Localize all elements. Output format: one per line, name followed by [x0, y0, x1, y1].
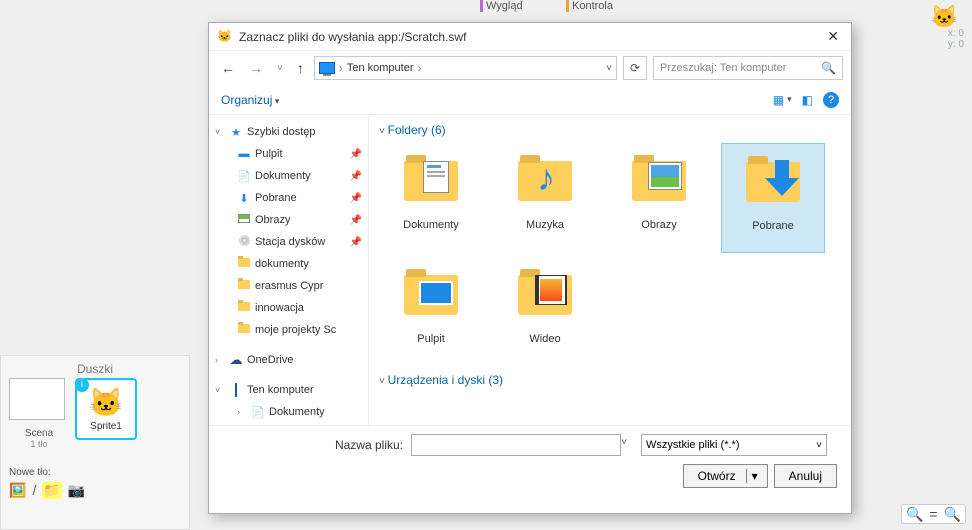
tree-pictures[interactable]: Obrazy📌 — [209, 209, 368, 231]
image-icon[interactable]: 🖼️ — [9, 482, 26, 499]
address-bar[interactable]: › Ten komputer › ˅ — [314, 56, 617, 80]
zoom-in-icon[interactable]: 🔍 — [944, 506, 961, 522]
upload-icon[interactable]: 📁 — [42, 482, 61, 499]
close-icon[interactable]: ✕ — [823, 28, 843, 45]
filename-dropdown-icon[interactable]: ˅ — [621, 437, 627, 448]
folder-music[interactable]: ♪ Muzyka — [493, 143, 597, 253]
folder-downloads[interactable]: Pobrane — [721, 143, 825, 253]
tree-folder[interactable]: dokumenty — [209, 253, 368, 275]
tree-drives[interactable]: Stacja dysków📌 — [209, 231, 368, 253]
tree-folder[interactable]: innowacja — [209, 297, 368, 319]
open-dropdown-icon[interactable]: ▾ — [746, 469, 763, 483]
tree-thispc[interactable]: ˅Ten komputer — [209, 379, 368, 401]
tree-documents[interactable]: 📄Dokumenty📌 — [209, 165, 368, 187]
search-input[interactable] — [660, 62, 821, 74]
tree-folder[interactable]: moje projekty Sc — [209, 319, 368, 341]
folder-documents[interactable]: Dokumenty — [379, 143, 483, 253]
scene-thumb[interactable] — [9, 378, 65, 420]
new-backdrop-label: Nowe tło: — [1, 467, 189, 478]
tree-quick-access[interactable]: ˅★Szybki dostęp — [209, 121, 368, 143]
sprite-thumbnail[interactable]: i 🐱 Sprite1 — [75, 378, 137, 440]
filetype-combo[interactable]: Wszystkie pliki (*.*)˅ — [641, 434, 827, 456]
folder-videos[interactable]: Wideo — [493, 257, 597, 367]
recent-dropdown-icon[interactable]: ˅ — [273, 63, 287, 74]
breadcrumb[interactable]: Ten komputer — [347, 62, 414, 74]
scene-sublabel: 1 tło — [9, 439, 69, 449]
pin-icon: 📌 — [350, 193, 362, 204]
back-icon[interactable]: ← — [217, 60, 239, 76]
filename-input[interactable] — [411, 434, 621, 456]
camera-icon[interactable]: 📷 — [68, 482, 85, 499]
pin-icon: 📌 — [350, 215, 362, 226]
file-dialog: 🐱 Zaznacz pliki do wysłania app:/Scratch… — [208, 22, 852, 514]
coord-x: x: 0 — [948, 28, 964, 39]
refresh-icon[interactable]: ⟳ — [623, 56, 647, 80]
bg-category: Kontrola — [566, 0, 636, 12]
tree-pc-documents[interactable]: ›📄Dokumenty — [209, 401, 368, 423]
sprite-panel: Duszki Scena 1 tło i 🐱 Sprite1 Nowe tło:… — [0, 355, 190, 530]
tree-downloads[interactable]: ⬇Pobrane📌 — [209, 187, 368, 209]
forward-icon[interactable]: → — [245, 60, 267, 76]
info-icon[interactable]: i — [75, 378, 89, 392]
sprite-label: Sprite1 — [90, 421, 122, 432]
cancel-button[interactable]: Anuluj — [774, 464, 837, 488]
help-icon[interactable]: ? — [823, 92, 839, 108]
section-devices[interactable]: Urządzenia i dyski (3) — [379, 373, 841, 387]
zoom-out-icon[interactable]: 🔍 — [906, 506, 923, 522]
search-icon[interactable]: 🔍 — [821, 61, 836, 75]
organize-button[interactable]: Organizuj — [221, 93, 279, 107]
tree-desktop[interactable]: ▬Pulpit📌 — [209, 143, 368, 165]
app-icon: 🐱 — [217, 29, 233, 45]
scene-label: Scena — [9, 428, 69, 439]
up-icon[interactable]: ↑ — [293, 60, 308, 76]
open-button[interactable]: Otwórz▾ — [683, 464, 768, 488]
folder-pictures[interactable]: Obrazy — [607, 143, 711, 253]
preview-pane-button[interactable]: ◧ — [802, 93, 813, 107]
coord-y: y: 0 — [948, 39, 964, 50]
dialog-title: Zaznacz pliki do wysłania app:/Scratch.s… — [239, 30, 823, 44]
folder-desktop[interactable]: Pulpit — [379, 257, 483, 367]
search-box[interactable]: 🔍 — [653, 56, 843, 80]
file-list: Foldery (6) Dokumenty ♪ Muzyka — [369, 115, 851, 425]
address-dropdown-icon[interactable]: ˅ — [606, 63, 612, 74]
zoom-reset-icon[interactable]: = — [929, 506, 937, 522]
pin-icon: 📌 — [350, 149, 362, 160]
pin-icon: 📌 — [350, 171, 362, 182]
bg-category: Wygląd — [480, 0, 550, 12]
paint-icon[interactable]: / — [32, 482, 36, 499]
pin-icon: 📌 — [350, 237, 362, 248]
tree-onedrive[interactable]: ›☁OneDrive — [209, 349, 368, 371]
stage-sprite-icon: 🐱 — [931, 4, 958, 30]
tree-folder[interactable]: erasmus Cypr — [209, 275, 368, 297]
section-folders[interactable]: Foldery (6) — [379, 123, 841, 137]
nav-tree: ˅★Szybki dostęp ▬Pulpit📌 📄Dokumenty📌 ⬇Po… — [209, 115, 369, 425]
view-button[interactable]: ▦▾ — [773, 93, 792, 107]
sprite-panel-header: Duszki — [1, 356, 189, 378]
filename-label: Nazwa pliku: — [223, 438, 403, 452]
thispc-icon — [319, 62, 335, 74]
